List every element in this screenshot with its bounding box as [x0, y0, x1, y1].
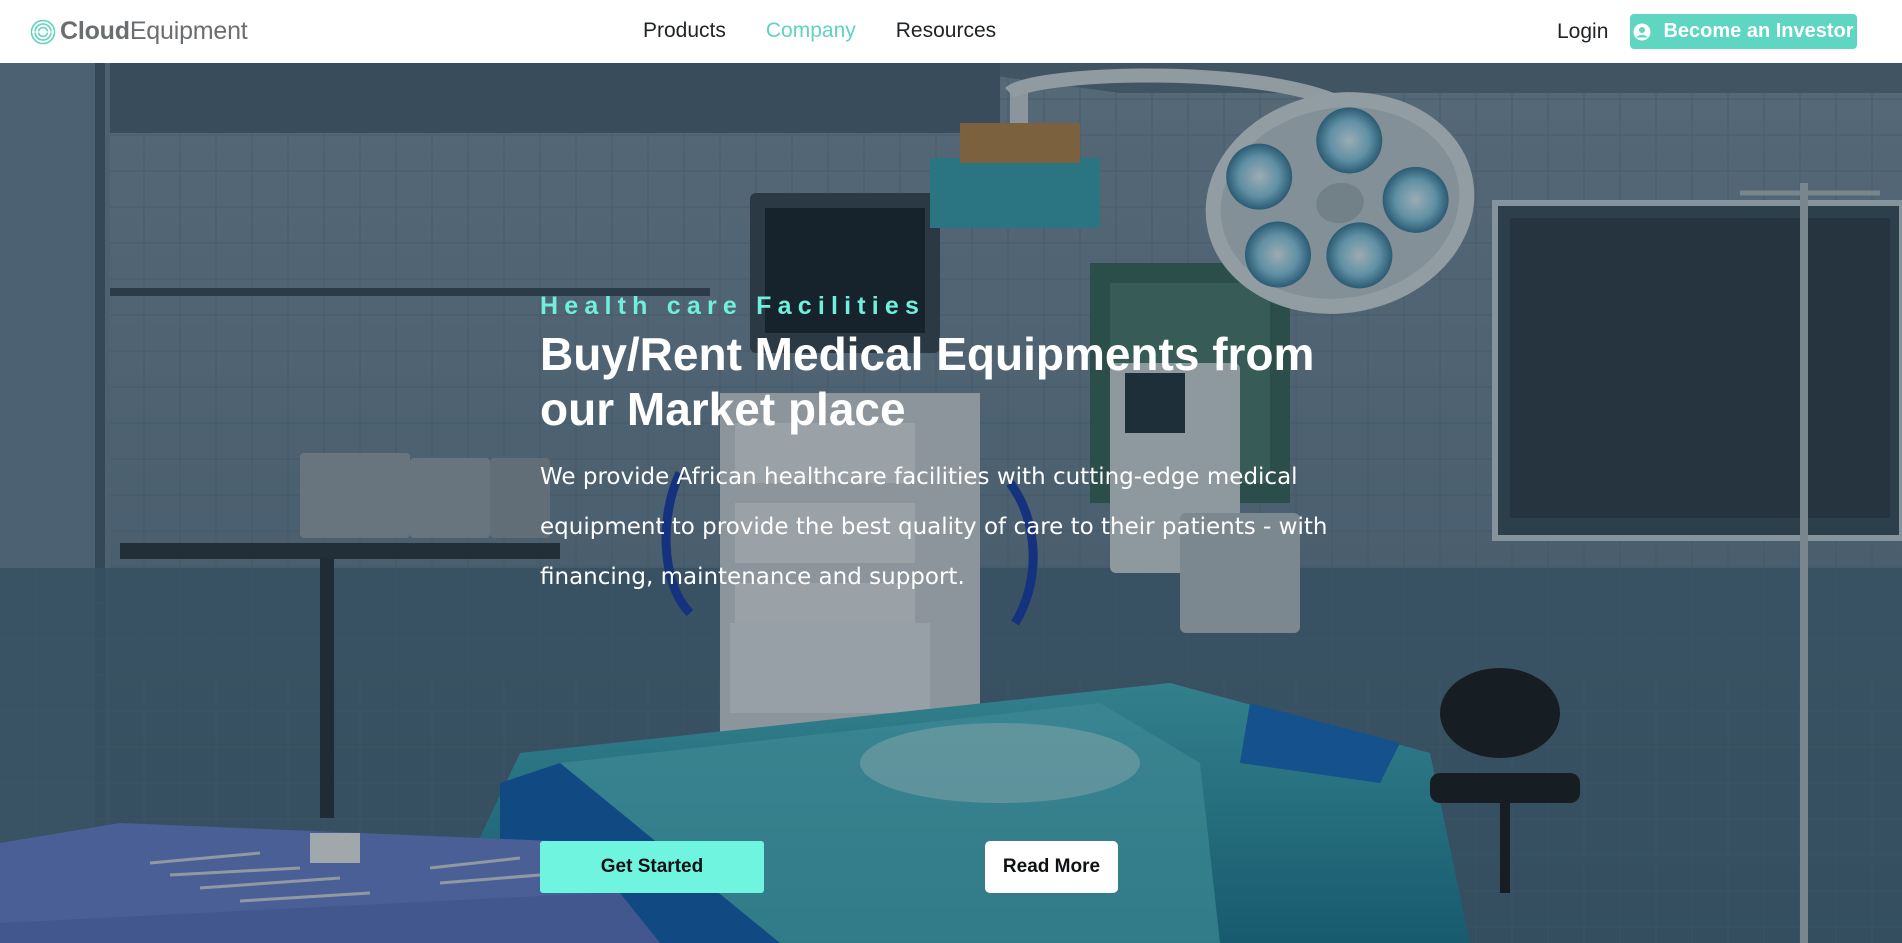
nav-item-resources[interactable]: Resources — [896, 19, 996, 43]
main-nav: Products Company Resources — [643, 19, 1036, 43]
layered-circle-logo-icon — [30, 19, 56, 44]
user-circle-icon — [1633, 23, 1651, 40]
get-started-button[interactable]: Get Started — [540, 841, 764, 893]
site-header: Cloud Equipment Products Company Resource… — [0, 0, 1902, 63]
brand-logo[interactable]: Cloud Equipment — [30, 17, 248, 46]
read-more-button[interactable]: Read More — [985, 841, 1118, 893]
hero-description: We provide African healthcare facilities… — [540, 464, 1328, 590]
nav-item-products[interactable]: Products — [643, 19, 726, 43]
brand-name-light: Equipment — [129, 17, 248, 45]
hero-eyebrow: Health care Facilities — [540, 292, 926, 320]
brand-name-bold: Cloud — [60, 17, 130, 45]
become-investor-button[interactable]: Become an Investor — [1630, 14, 1857, 49]
nav-item-company[interactable]: Company — [766, 19, 856, 43]
hero-headline: Buy/Rent Medical Equipments from our Mar… — [540, 328, 1315, 435]
hero-content: Health care Facilities Buy/Rent Medical … — [540, 291, 1360, 893]
hero-section: Health care Facilities Buy/Rent Medical … — [0, 63, 1902, 943]
become-investor-label: Become an Investor — [1663, 20, 1854, 42]
login-link[interactable]: Login — [1557, 20, 1608, 44]
